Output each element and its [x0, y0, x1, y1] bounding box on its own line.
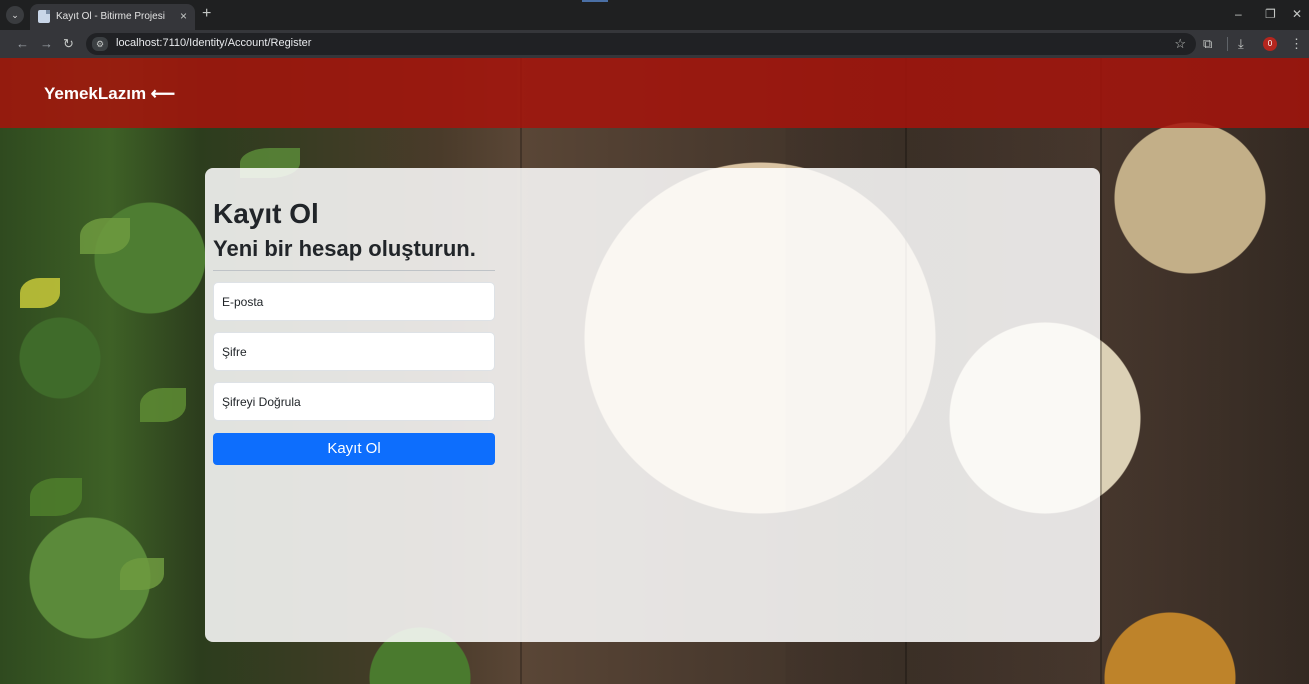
minimize-icon[interactable]: –: [1235, 6, 1242, 22]
browser-tab[interactable]: Kayıt Ol - Bitirme Projesi ×: [30, 4, 195, 30]
more-menu-icon[interactable]: ⋮: [1290, 36, 1303, 52]
background-decoration: [1100, 58, 1102, 684]
back-arrow-icon[interactable]: ←: [16, 35, 29, 53]
confirm-password-label: Şifreyi Doğrula: [222, 395, 301, 409]
page-viewport: YemekLazım ⟵ Kayıt Ol Yeni bir hesap olu…: [0, 58, 1309, 684]
page-title: Kayıt Ol: [213, 198, 319, 229]
register-card: Kayıt Ol Yeni bir hesap oluşturun. E-pos…: [205, 168, 1100, 642]
star-icon[interactable]: ☆: [1174, 36, 1186, 52]
email-field[interactable]: E-posta: [213, 282, 495, 321]
page-favicon-icon: [38, 10, 50, 23]
tab-strip-indicator: [582, 0, 608, 2]
register-button[interactable]: Kayıt Ol: [213, 433, 495, 465]
confirm-password-field[interactable]: Şifreyi Doğrula: [213, 382, 495, 421]
email-label: E-posta: [222, 295, 264, 309]
puzzle-icon[interactable]: ⧉: [1203, 36, 1212, 52]
close-icon[interactable]: ✕: [1292, 6, 1302, 22]
chevron-down-icon[interactable]: ⌄: [6, 6, 24, 24]
background-decoration: [80, 218, 130, 254]
new-tab-button[interactable]: +: [202, 5, 211, 23]
page-subtitle: Yeni bir hesap oluşturun.: [213, 236, 476, 261]
tab-title: Kayıt Ol - Bitirme Projesi: [56, 11, 165, 22]
background-decoration: [140, 388, 186, 422]
browser-toolbar: ← → ↻ ⚙ localhost:7110/Identity/Account/…: [0, 30, 1309, 58]
forward-arrow-icon[interactable]: →: [40, 35, 53, 53]
divider: [213, 270, 495, 271]
password-label: Şifre: [222, 345, 247, 359]
tab-close-button[interactable]: ×: [180, 9, 187, 23]
password-field[interactable]: Şifre: [213, 332, 495, 371]
download-icon[interactable]: ⤓: [1238, 36, 1244, 52]
background-decoration: [30, 478, 82, 516]
url-text[interactable]: localhost:7110/Identity/Account/Register: [116, 37, 311, 49]
extension-badge[interactable]: 0: [1263, 37, 1277, 51]
brand-link[interactable]: YemekLazım ⟵: [44, 84, 175, 104]
background-decoration: [20, 278, 60, 308]
toolbar-separator: [1227, 37, 1228, 51]
site-navbar: YemekLazım ⟵: [0, 58, 1309, 128]
site-info-icon[interactable]: ⚙: [92, 37, 108, 51]
reload-icon[interactable]: ↻: [63, 35, 74, 53]
restore-icon[interactable]: ❐: [1265, 6, 1276, 22]
background-decoration: [120, 558, 164, 590]
address-bar[interactable]: ⚙ localhost:7110/Identity/Account/Regist…: [86, 33, 1196, 55]
browser-tab-bar: ⌄ Kayıt Ol - Bitirme Projesi × + – ❐ ✕: [0, 0, 1309, 30]
